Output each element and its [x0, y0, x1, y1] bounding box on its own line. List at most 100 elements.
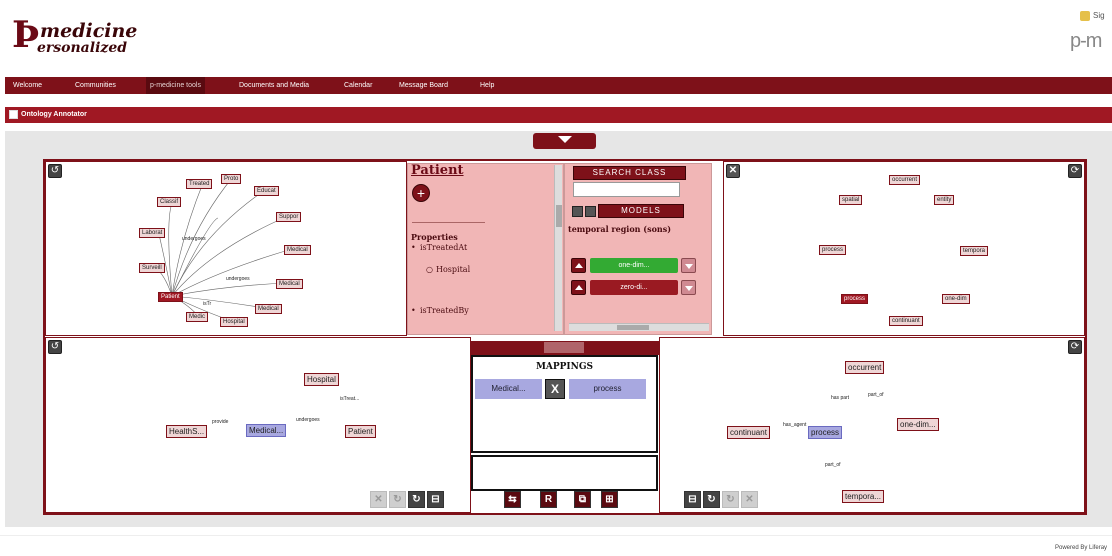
- graph-node[interactable]: one-dim: [942, 294, 970, 304]
- remove-mapping-icon[interactable]: X: [545, 379, 565, 399]
- main-navigation: Welcome Communities p-medicine tools Doc…: [5, 77, 1112, 94]
- vertical-scrollbar[interactable]: [554, 165, 562, 331]
- reload-icon[interactable]: ⟳: [1068, 164, 1082, 178]
- graph-node[interactable]: continuant: [889, 316, 923, 326]
- refresh-icon[interactable]: ↺: [48, 340, 62, 354]
- move-up-button[interactable]: [571, 258, 586, 273]
- property-bullet: •: [411, 243, 416, 252]
- nav-message-board[interactable]: Message Board: [395, 77, 452, 94]
- graph-node[interactable]: Classif: [157, 197, 182, 207]
- models-button[interactable]: MODELS: [598, 204, 684, 218]
- graph-node-process[interactable]: process: [808, 426, 843, 439]
- move-up-button[interactable]: [571, 280, 586, 295]
- mapping-details-box: [471, 455, 658, 491]
- export-icon[interactable]: ⊞: [601, 491, 618, 508]
- scrollbar-thumb[interactable]: [617, 325, 649, 330]
- logo-line1: medicine: [40, 20, 138, 42]
- logo-line2: ersonalized: [37, 40, 128, 56]
- sign-in-link[interactable]: Sig: [1093, 11, 1105, 20]
- class-option-button[interactable]: zero-di...: [590, 280, 678, 295]
- graph-node[interactable]: Treated: [186, 179, 213, 189]
- edge-label: has_agent: [783, 422, 807, 428]
- graph-node-healthservice[interactable]: HealthS...: [166, 425, 208, 438]
- key-icon: [1080, 11, 1090, 21]
- graph-node[interactable]: spatial: [839, 195, 863, 205]
- search-class-button[interactable]: SEARCH CLASS: [573, 166, 686, 180]
- graph-node-one-dim[interactable]: one-dim...: [897, 418, 939, 431]
- refresh-icon[interactable]: ↺: [48, 164, 62, 178]
- search-input[interactable]: [573, 182, 680, 197]
- nav-help[interactable]: Help: [476, 77, 498, 94]
- property-item[interactable]: isTreatedBy: [420, 306, 469, 315]
- graph-node[interactable]: tempora: [960, 246, 989, 256]
- portlet-title-bar: [5, 107, 1112, 123]
- graph-node-selected[interactable]: Patient: [158, 292, 183, 302]
- site-logo[interactable]: Þ medicine ersonalized: [10, 15, 137, 59]
- tool-icon[interactable]: [572, 206, 583, 217]
- disabled-tool-icon: ↻: [389, 491, 406, 508]
- swap-icon[interactable]: ⇆: [504, 491, 521, 508]
- edge-label: part_of: [868, 392, 884, 398]
- edge-label: part_of: [825, 462, 841, 468]
- graph-node[interactable]: process: [819, 245, 847, 255]
- class-hierarchy-label: temporal region (sons): [568, 224, 672, 234]
- graph-node[interactable]: Medical: [276, 279, 303, 289]
- graph-node-patient[interactable]: Patient: [345, 425, 376, 438]
- edge-label: isTreat...: [340, 396, 360, 402]
- nav-welcome[interactable]: Welcome: [9, 77, 46, 94]
- edge-label: undergoes: [296, 417, 320, 423]
- class-option-button[interactable]: one-dim...: [590, 258, 678, 273]
- nav-documents-media[interactable]: Documents and Media: [235, 77, 313, 94]
- edge-label: undergoes: [226, 276, 250, 282]
- reload-icon[interactable]: ↻: [703, 491, 720, 508]
- property-bullet: ○: [426, 265, 433, 274]
- graph-node-hospital[interactable]: Hospital: [304, 373, 339, 386]
- graph-node[interactable]: Educat: [254, 186, 279, 196]
- disabled-tool-icon: ✕: [741, 491, 758, 508]
- reload-icon[interactable]: ⟳: [1068, 340, 1082, 354]
- move-down-button[interactable]: [681, 258, 696, 273]
- footer-powered-by[interactable]: Powered By Liferay: [1055, 545, 1107, 551]
- class-title[interactable]: Patient: [411, 163, 464, 178]
- graph-node[interactable]: Proto: [221, 174, 242, 184]
- graph-node-selected[interactable]: process: [841, 294, 869, 304]
- horizontal-scrollbar[interactable]: [569, 323, 709, 331]
- edge-label: isTr: [203, 301, 212, 307]
- graph-node[interactable]: occurrent: [889, 175, 921, 185]
- reload-icon[interactable]: ↻: [408, 491, 425, 508]
- layout-icon[interactable]: ⊟: [684, 491, 701, 508]
- mapping-source[interactable]: Medical...: [475, 379, 542, 399]
- graph-node[interactable]: Hospital: [220, 317, 248, 327]
- nav-calendar[interactable]: Calendar: [340, 77, 376, 94]
- collapse-toggle-button[interactable]: [533, 133, 596, 149]
- graph-node[interactable]: Medical: [255, 304, 282, 314]
- graph-node-continuant[interactable]: continuant: [727, 426, 770, 439]
- move-down-button[interactable]: [681, 280, 696, 295]
- layout-icon[interactable]: ⊟: [427, 491, 444, 508]
- graph-node-temporal[interactable]: tempora...: [842, 490, 885, 503]
- graph-node[interactable]: Laborat: [139, 228, 166, 238]
- nav-pmedicine-tools[interactable]: p-medicine tools: [146, 77, 205, 94]
- ontology-graph-right[interactable]: [723, 161, 1085, 336]
- ontology-graph-left[interactable]: [45, 161, 407, 336]
- graph-node[interactable]: Medic: [186, 312, 209, 322]
- graph-node[interactable]: Surveill: [139, 263, 165, 273]
- graph-node[interactable]: entity: [934, 195, 955, 205]
- property-item[interactable]: isTreatedAt: [420, 243, 467, 252]
- nav-communities[interactable]: Communities: [71, 77, 120, 94]
- property-bullet: •: [411, 306, 416, 315]
- property-range-item[interactable]: Hospital: [436, 265, 470, 274]
- chevron-down-icon: [558, 136, 572, 143]
- graph-node-medical[interactable]: Medical...: [246, 424, 287, 437]
- graph-node[interactable]: Suppor: [276, 212, 302, 222]
- r-button[interactable]: R: [540, 491, 557, 508]
- tool-icon[interactable]: [585, 206, 596, 217]
- graph-node[interactable]: Medical: [284, 245, 311, 255]
- mappings-collapse-tab[interactable]: [543, 341, 585, 354]
- copy-icon[interactable]: ⧉: [574, 491, 591, 508]
- scrollbar-thumb[interactable]: [556, 205, 562, 227]
- add-icon[interactable]: +: [412, 184, 430, 202]
- close-icon[interactable]: ✕: [726, 164, 740, 178]
- mapping-target[interactable]: process: [569, 379, 646, 399]
- graph-node-occurrent[interactable]: occurrent: [845, 361, 885, 374]
